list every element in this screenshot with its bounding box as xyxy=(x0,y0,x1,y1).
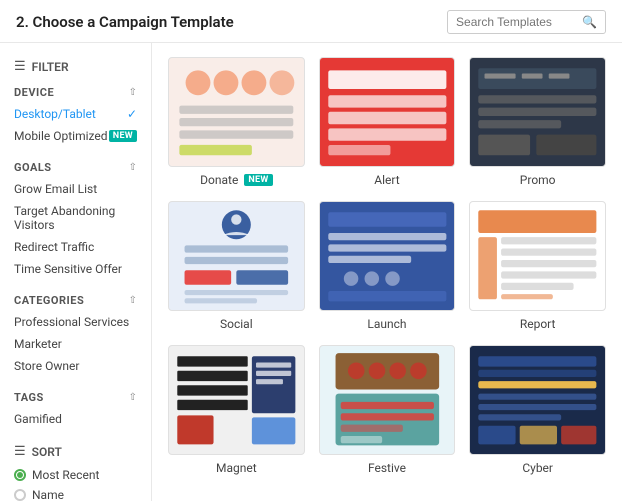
template-thumb-cyber xyxy=(469,345,606,455)
template-thumb-promo xyxy=(469,57,606,167)
template-thumb-report xyxy=(469,201,606,311)
festive-label-row: Festive xyxy=(368,461,406,475)
device-section-title: Device xyxy=(14,86,54,99)
template-thumb-donate xyxy=(168,57,305,167)
donate-badge: NEW xyxy=(244,174,272,186)
sort-icon: ☰ xyxy=(14,444,26,459)
page-header: 2. Choose a Campaign Template 🔍 xyxy=(0,0,622,43)
sidebar-item-target-abandoning[interactable]: Target Abandoning Visitors xyxy=(0,200,151,236)
search-input[interactable] xyxy=(456,15,576,29)
sidebar-item-desktop-tablet[interactable]: Desktop/Tablet ✓ xyxy=(0,103,151,125)
filter-header: ☰ FILTER xyxy=(0,55,151,82)
templates-grid: Donate NEW xyxy=(168,57,606,475)
sort-name[interactable]: Name xyxy=(0,485,151,501)
template-thumb-magnet xyxy=(168,345,305,455)
radio-name-icon xyxy=(14,489,26,501)
sidebar-section-categories: Categories ⇧ Professional Services Marke… xyxy=(0,290,151,377)
search-icon: 🔍 xyxy=(582,15,597,29)
tags-section-title: Tags xyxy=(14,391,44,404)
sidebar-item-redirect[interactable]: Redirect Traffic xyxy=(0,236,151,258)
cyber-label-row: Cyber xyxy=(522,461,553,475)
grow-email-label: Grow Email List xyxy=(14,182,97,196)
sidebar-section-tags: Tags ⇧ Gamified xyxy=(0,387,151,430)
redirect-label: Redirect Traffic xyxy=(14,240,94,254)
template-card-magnet[interactable]: Magnet xyxy=(168,345,305,475)
sidebar: ☰ FILTER Device ⇧ Desktop/Tablet ✓ Mobil… xyxy=(0,43,152,501)
sidebar-item-time-sensitive[interactable]: Time Sensitive Offer xyxy=(0,258,151,280)
radio-most-recent-icon xyxy=(14,469,26,481)
template-thumb-launch xyxy=(319,201,456,311)
filter-icon: ☰ xyxy=(14,59,26,74)
time-sensitive-label: Time Sensitive Offer xyxy=(14,262,122,276)
goals-section-title: Goals xyxy=(14,161,52,174)
magnet-name: Magnet xyxy=(216,461,257,475)
chevron-up-icon-categories: ⇧ xyxy=(129,295,137,306)
template-card-report[interactable]: Report xyxy=(469,201,606,331)
gamified-label: Gamified xyxy=(14,412,62,426)
template-card-festive[interactable]: Festive xyxy=(319,345,456,475)
alert-label-row: Alert xyxy=(374,173,399,187)
mobile-optimized-label: Mobile Optimized xyxy=(14,129,108,143)
sidebar-section-device: Device ⇧ Desktop/Tablet ✓ Mobile Optimiz… xyxy=(0,82,151,147)
sidebar-item-store-owner[interactable]: Store Owner xyxy=(0,355,151,377)
new-badge: NEW xyxy=(109,130,137,142)
sidebar-item-professional[interactable]: Professional Services xyxy=(0,311,151,333)
store-owner-label: Store Owner xyxy=(14,359,79,373)
target-abandoning-label: Target Abandoning Visitors xyxy=(14,204,137,232)
check-icon: ✓ xyxy=(127,107,137,121)
template-card-cyber[interactable]: Cyber xyxy=(469,345,606,475)
template-card-donate[interactable]: Donate NEW xyxy=(168,57,305,187)
professional-label: Professional Services xyxy=(14,315,129,329)
sidebar-item-grow-email[interactable]: Grow Email List xyxy=(0,178,151,200)
report-name: Report xyxy=(520,317,556,331)
promo-label-row: Promo xyxy=(520,173,556,187)
sidebar-item-mobile-optimized[interactable]: Mobile Optimized NEW xyxy=(0,125,151,147)
social-name: Social xyxy=(220,317,253,331)
templates-area: Donate NEW xyxy=(152,43,622,501)
sort-most-recent[interactable]: Most Recent xyxy=(0,465,151,485)
social-label-row: Social xyxy=(220,317,253,331)
search-box[interactable]: 🔍 xyxy=(447,10,606,34)
marketer-label: Marketer xyxy=(14,337,62,351)
promo-name: Promo xyxy=(520,173,556,187)
sort-header: ☰ SORT xyxy=(0,440,151,465)
tags-section-header[interactable]: Tags ⇧ xyxy=(0,387,151,408)
main-content: ☰ FILTER Device ⇧ Desktop/Tablet ✓ Mobil… xyxy=(0,43,622,501)
page-title: 2. Choose a Campaign Template xyxy=(16,13,234,31)
cyber-name: Cyber xyxy=(522,461,553,475)
name-label: Name xyxy=(32,488,64,501)
launch-name: Launch xyxy=(367,317,406,331)
device-section-header[interactable]: Device ⇧ xyxy=(0,82,151,103)
magnet-label-row: Magnet xyxy=(216,461,257,475)
chevron-up-icon-goals: ⇧ xyxy=(129,162,137,173)
donate-name: Donate xyxy=(200,173,238,187)
template-card-alert[interactable]: Alert xyxy=(319,57,456,187)
sidebar-section-goals: Goals ⇧ Grow Email List Target Abandonin… xyxy=(0,157,151,280)
launch-label-row: Launch xyxy=(367,317,406,331)
desktop-tablet-label: Desktop/Tablet xyxy=(14,107,96,121)
categories-section-header[interactable]: Categories ⇧ xyxy=(0,290,151,311)
sort-label: SORT xyxy=(32,445,62,459)
chevron-up-icon: ⇧ xyxy=(129,87,137,98)
template-thumb-alert xyxy=(319,57,456,167)
sidebar-item-gamified[interactable]: Gamified xyxy=(0,408,151,430)
report-label-row: Report xyxy=(520,317,556,331)
sidebar-item-marketer[interactable]: Marketer xyxy=(0,333,151,355)
template-card-promo[interactable]: Promo xyxy=(469,57,606,187)
template-thumb-social xyxy=(168,201,305,311)
categories-section-title: Categories xyxy=(14,294,84,307)
template-card-launch[interactable]: Launch xyxy=(319,201,456,331)
goals-section-header[interactable]: Goals ⇧ xyxy=(0,157,151,178)
template-thumb-festive xyxy=(319,345,456,455)
most-recent-label: Most Recent xyxy=(32,468,99,482)
chevron-up-icon-tags: ⇧ xyxy=(129,392,137,403)
filter-label: FILTER xyxy=(32,60,69,74)
alert-name: Alert xyxy=(374,173,399,187)
template-card-social[interactable]: Social xyxy=(168,201,305,331)
donate-label-row: Donate NEW xyxy=(200,173,272,187)
festive-name: Festive xyxy=(368,461,406,475)
